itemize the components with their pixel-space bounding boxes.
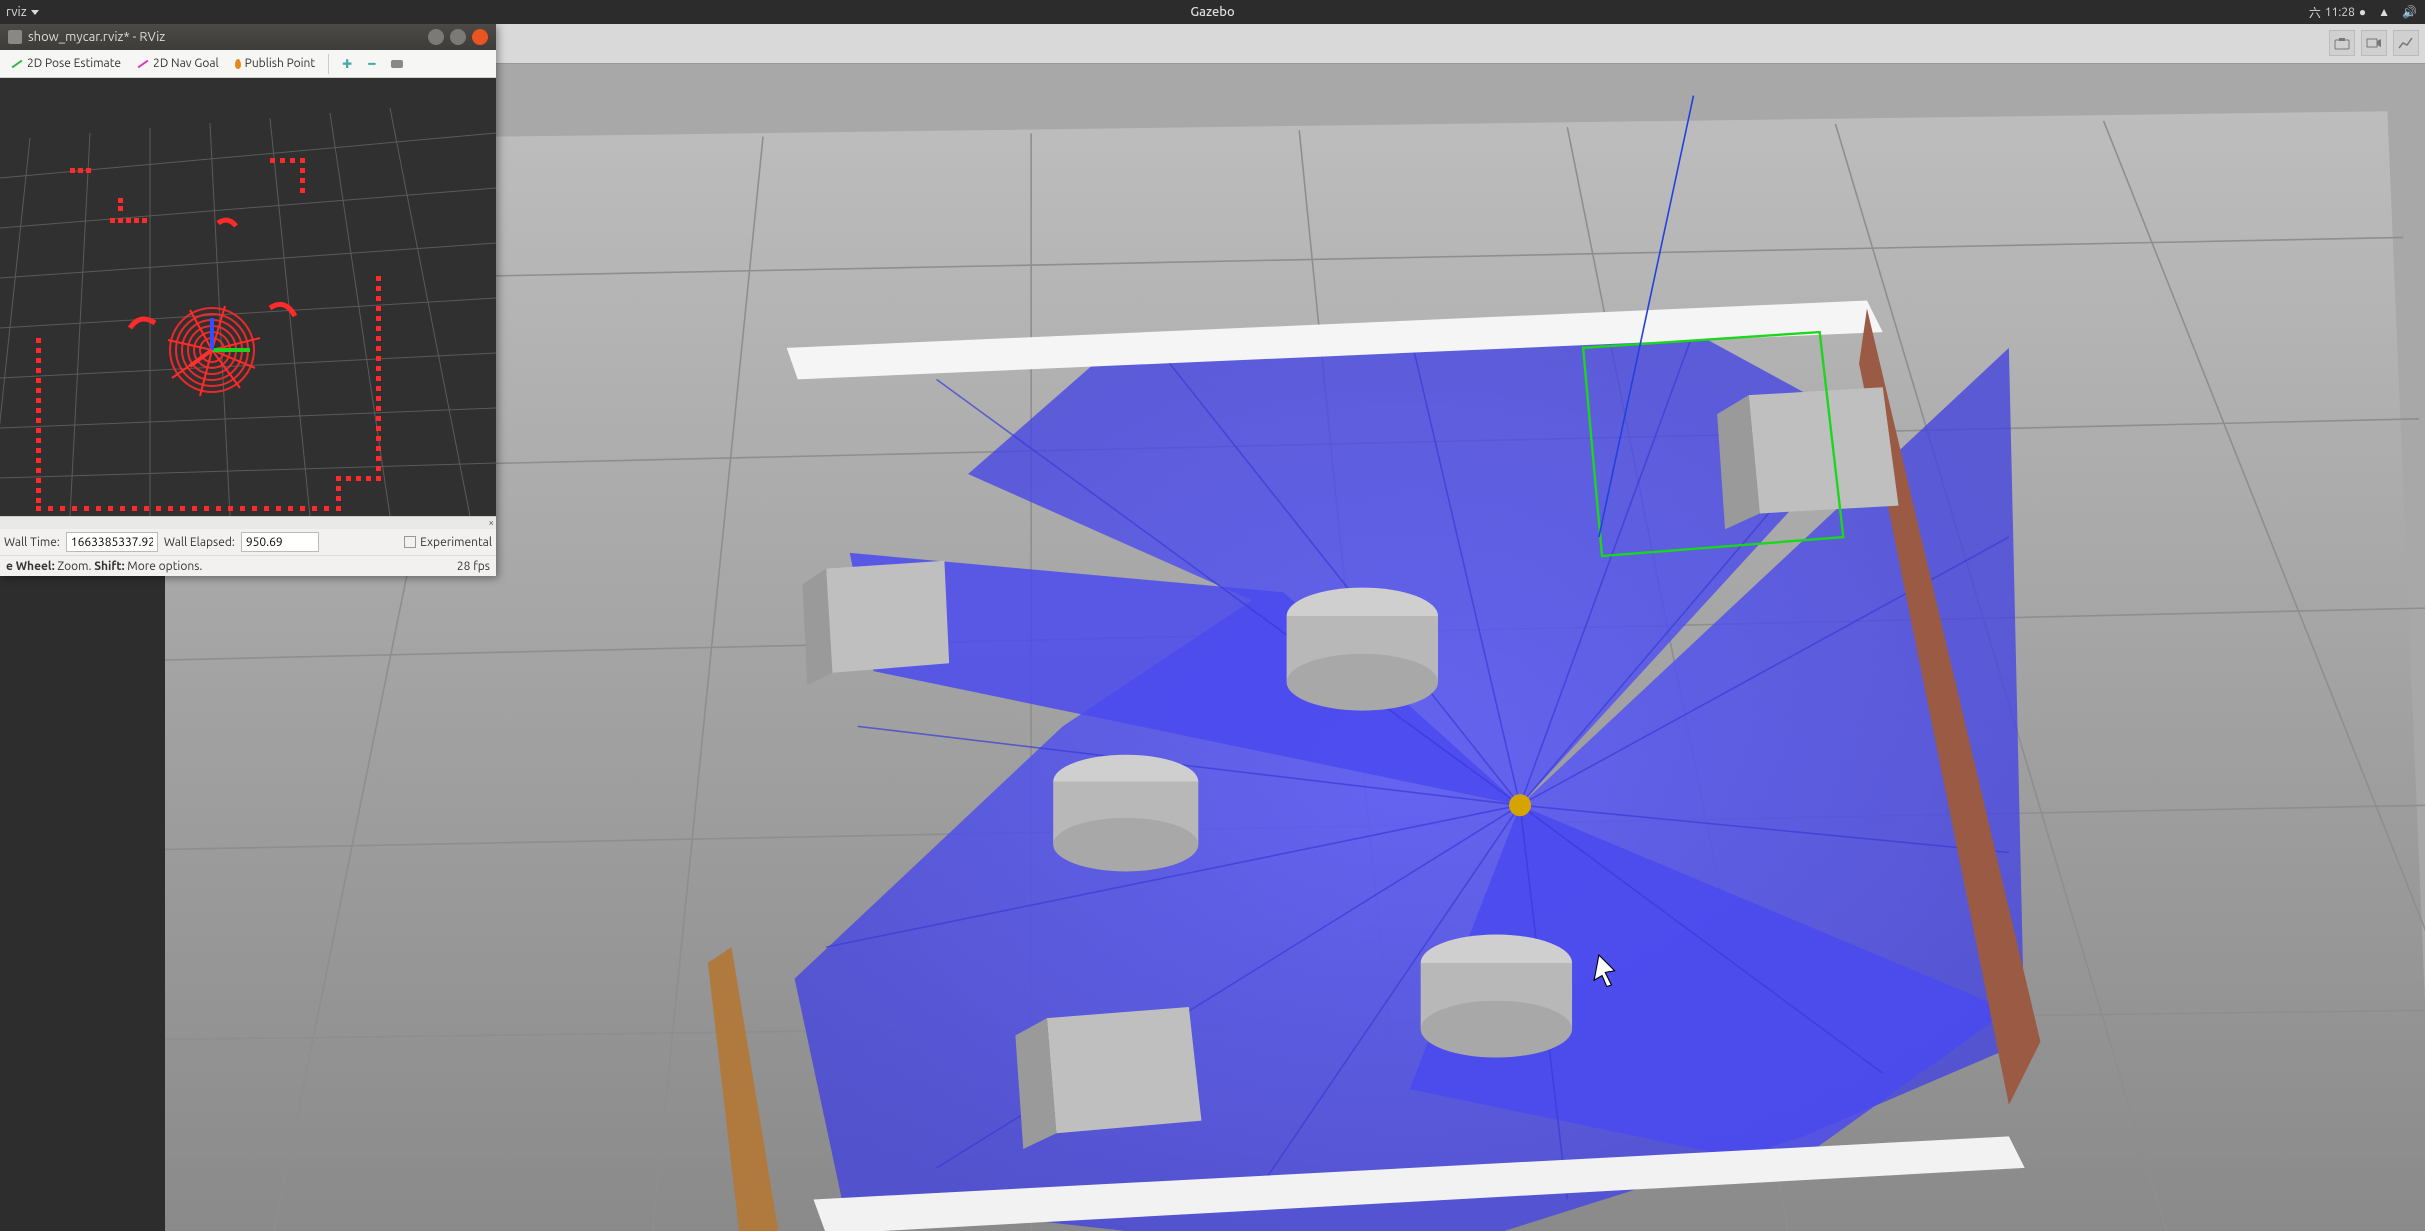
wall-time-field[interactable] — [66, 532, 158, 552]
plus-icon: ✚ — [342, 57, 352, 71]
active-app-title: Gazebo — [1190, 5, 1234, 19]
publish-point-label: Publish Point — [245, 57, 315, 70]
sound-icon[interactable]: 🔊 — [2402, 5, 2417, 19]
nav-goal-button[interactable]: 2D Nav Goal — [132, 54, 224, 73]
rviz-3d-view[interactable] — [0, 78, 496, 516]
publish-point-icon — [235, 59, 241, 69]
close-panel-icon[interactable]: × — [488, 517, 494, 528]
pose-estimate-icon — [12, 59, 23, 68]
clock[interactable]: 六 11:28 ● — [2309, 4, 2366, 21]
network-icon[interactable]: ▲ — [2378, 5, 2390, 19]
record-icon[interactable] — [2361, 30, 2387, 56]
wall-elapsed-field[interactable] — [241, 532, 319, 552]
rviz-status-bar: e Wheel: Zoom. Shift: More options. 28 f… — [0, 555, 496, 576]
rviz-panel-divider[interactable]: × — [0, 516, 496, 529]
camera-icon — [391, 60, 403, 68]
plot-icon[interactable] — [2393, 30, 2419, 56]
pose-estimate-button[interactable]: 2D Pose Estimate — [6, 54, 126, 73]
pose-estimate-label: 2D Pose Estimate — [27, 57, 121, 70]
nav-goal-label: 2D Nav Goal — [153, 57, 219, 70]
minimize-button[interactable] — [428, 29, 444, 45]
experimental-label: Experimental — [420, 536, 492, 549]
close-button[interactable] — [472, 29, 488, 45]
fps-label: 28 fps — [457, 560, 490, 573]
camera-button[interactable] — [386, 57, 408, 71]
rviz-toolbar: 2D Pose Estimate 2D Nav Goal Publish Poi… — [0, 50, 496, 78]
separator — [328, 54, 329, 74]
publish-point-button[interactable]: Publish Point — [230, 54, 320, 73]
robot — [1509, 794, 1531, 816]
rviz-titlebar[interactable]: show_mycar.rviz* - RViz — [0, 24, 496, 50]
wall-elapsed-label: Wall Elapsed: — [164, 536, 235, 549]
wall-time-label: Wall Time: — [4, 536, 60, 549]
ubuntu-top-panel: rviz Gazebo 六 11:28 ● ▲ 🔊 — [0, 0, 2425, 24]
camera-icon[interactable] — [2329, 30, 2355, 56]
maximize-button[interactable] — [450, 29, 466, 45]
rviz-window: show_mycar.rviz* - RViz 2D Pose Estimate… — [0, 24, 496, 576]
background-panel — [0, 576, 165, 1231]
rviz-title: show_mycar.rviz* - RViz — [28, 30, 422, 44]
app-menu[interactable]: rviz — [6, 5, 27, 19]
rviz-time-panel: Wall Time: Wall Elapsed: Experimental — [0, 529, 496, 555]
remove-button[interactable]: ━ — [363, 54, 380, 74]
rviz-app-icon — [8, 30, 22, 44]
minus-icon: ━ — [368, 57, 375, 71]
checkbox-box — [404, 536, 416, 548]
nav-goal-icon — [138, 59, 149, 68]
experimental-checkbox[interactable]: Experimental — [404, 536, 492, 549]
hint-text: e Wheel: Zoom. Shift: More options. — [6, 560, 202, 573]
add-button[interactable]: ✚ — [337, 54, 357, 74]
chevron-down-icon[interactable] — [31, 10, 39, 15]
